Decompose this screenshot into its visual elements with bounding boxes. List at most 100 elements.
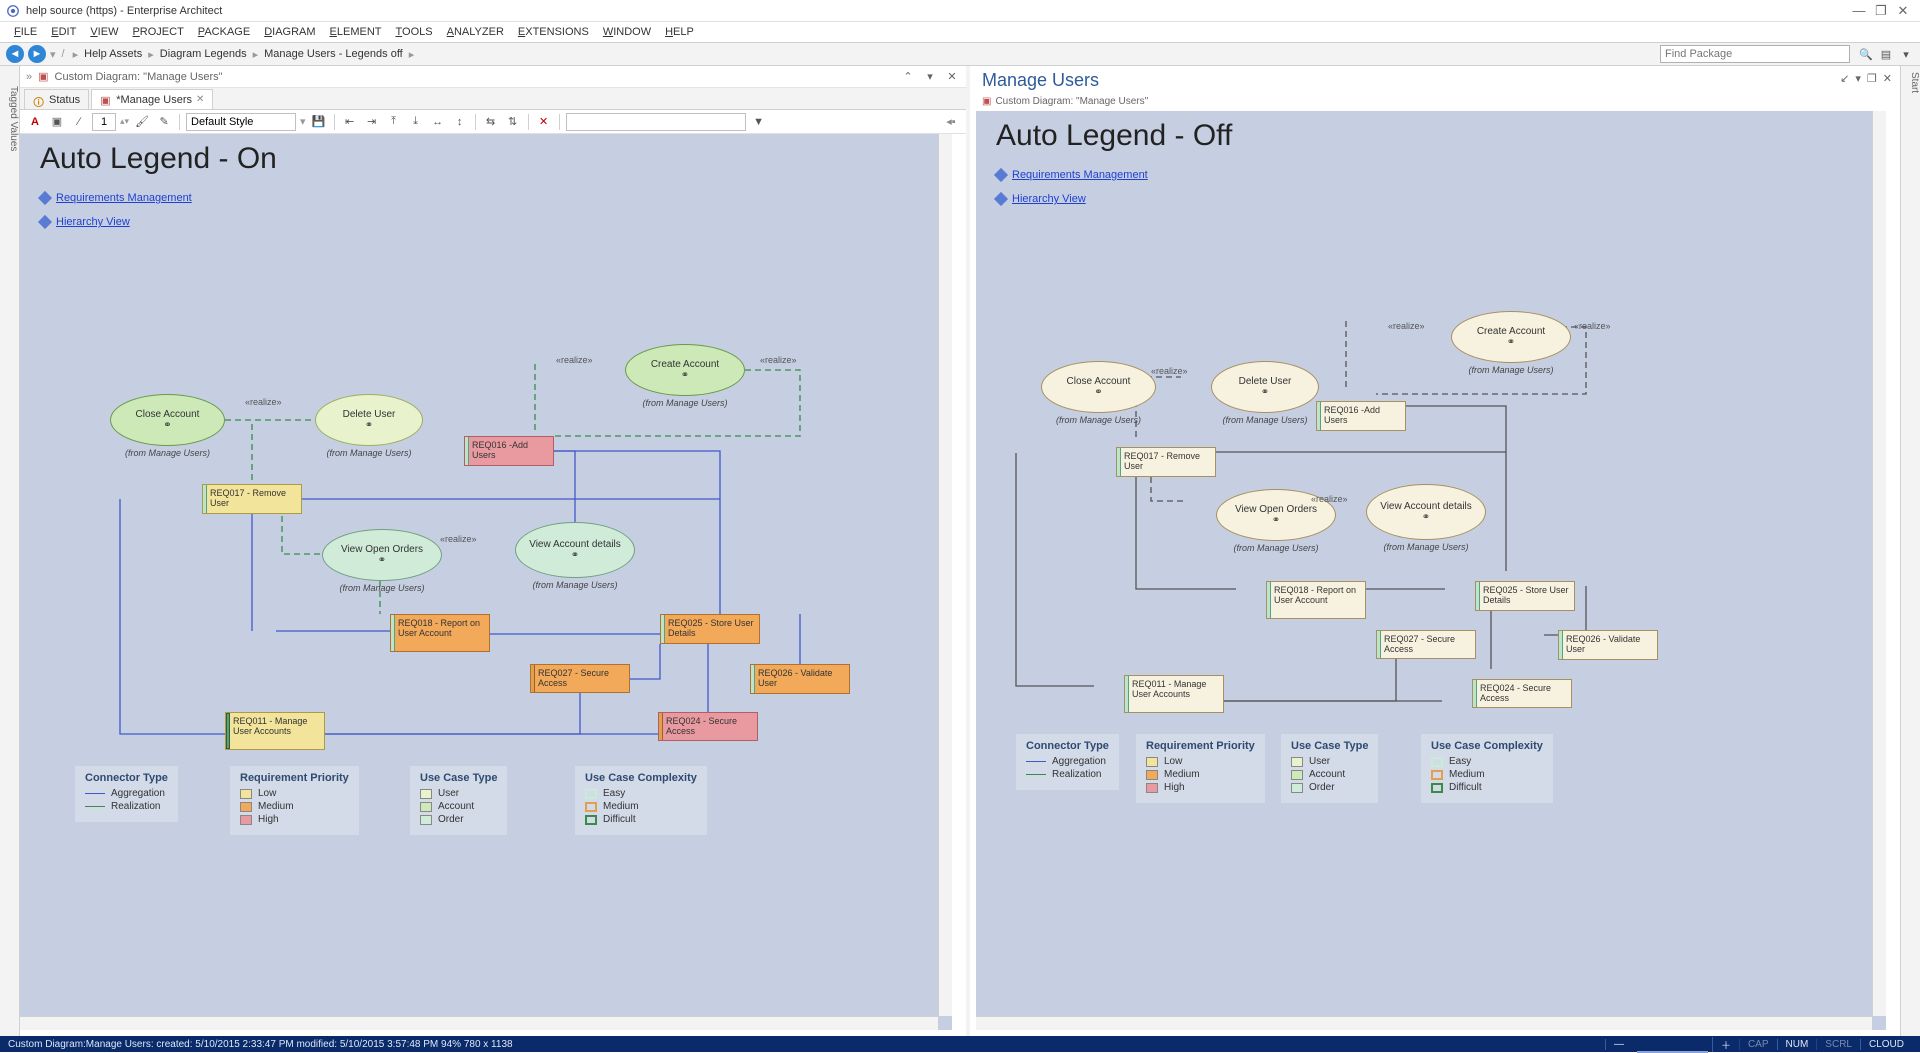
menu-view[interactable]: VIEW (84, 24, 124, 40)
nav-back-button[interactable]: ◄ (6, 45, 24, 63)
font-color-button[interactable]: A (26, 113, 44, 131)
requirement-req026[interactable]: REQ026 - Validate User (750, 664, 850, 694)
brush-icon[interactable]: 🖌 (133, 113, 151, 131)
breadcrumb-item[interactable]: Help Assets (84, 48, 142, 60)
zoom-out[interactable]: ― (1605, 1039, 1632, 1050)
style-select[interactable] (186, 113, 296, 131)
align-left-icon[interactable]: ⇤ (341, 113, 359, 131)
tab-close-icon[interactable]: ✕ (196, 94, 204, 105)
minimize-button[interactable]: ― (1848, 3, 1870, 18)
close-button[interactable]: ✕ (1892, 3, 1914, 19)
line-width-input[interactable] (92, 113, 116, 131)
usecase-view-open-orders[interactable]: View Open Orders⚭ (322, 529, 442, 581)
align-bottom-icon[interactable]: ⤓ (407, 113, 425, 131)
usecase-create-account[interactable]: Create Account⚭ (625, 344, 745, 396)
legend-line (1026, 761, 1046, 763)
toolbox-chevron-icon[interactable]: ◂▪ (942, 113, 960, 131)
hscrollbar[interactable] (20, 1016, 938, 1030)
menu-analyzer[interactable]: ANALYZER (441, 24, 510, 40)
close-pane-icon[interactable]: ✕ (944, 70, 960, 83)
funnel-icon[interactable]: ▼ (750, 113, 768, 131)
restore-icon[interactable]: ↙ (1840, 72, 1849, 85)
tab-manageusers[interactable]: ▣*Manage Users ✕ (91, 89, 213, 109)
breadcrumb-item[interactable]: Manage Users - Legends off (264, 48, 403, 60)
usecase-create-account[interactable]: Create Account⚭ (1451, 311, 1571, 363)
stereotype-label: «realize» (760, 355, 797, 365)
delete-icon[interactable]: ✕ (535, 113, 553, 131)
link-icon: ⚭ (365, 420, 373, 431)
menu-package[interactable]: PACKAGE (192, 24, 256, 40)
requirement-req024[interactable]: REQ024 - Secure Access (1472, 679, 1572, 708)
requirement-req027[interactable]: REQ027 - Secure Access (530, 664, 630, 693)
line-color-button[interactable]: ∕ (70, 113, 88, 131)
zoom-in[interactable]: ＋ (1712, 1037, 1739, 1052)
status-scrl: SCRL (1816, 1039, 1860, 1050)
hscrollbar[interactable] (976, 1016, 1872, 1030)
requirement-req018[interactable]: REQ018 - Report on User Account (390, 614, 490, 652)
find-package-input[interactable] (1660, 45, 1850, 63)
menu-tools[interactable]: TOOLS (390, 24, 439, 40)
menu-window[interactable]: WINDOW (597, 24, 657, 40)
close-pane-icon[interactable]: ✕ (1883, 72, 1892, 85)
space-h-icon[interactable]: ⇆ (482, 113, 500, 131)
requirement-req017[interactable]: REQ017 - Remove User (202, 484, 302, 514)
filter-icon[interactable]: ▤ (1878, 46, 1894, 62)
usecase-delete-user[interactable]: Delete User⚭ (1211, 361, 1319, 413)
hyperlink[interactable]: Requirements Management (1012, 169, 1148, 181)
menu-diagram[interactable]: DIAGRAM (258, 24, 321, 40)
hyperlink[interactable]: Hierarchy View (56, 216, 130, 228)
requirement-req017[interactable]: REQ017 - Remove User (1116, 447, 1216, 477)
requirement-req027[interactable]: REQ027 - Secure Access (1376, 630, 1476, 659)
search-icon[interactable]: 🔍 (1858, 46, 1874, 62)
usecase-view-account-details[interactable]: View Account details⚭ (515, 522, 635, 578)
diagram-canvas-right[interactable]: Auto Legend - OffRequirements Management… (976, 111, 1886, 1030)
menu-extensions[interactable]: EXTENSIONS (512, 24, 595, 40)
breadcrumb-item[interactable]: Diagram Legends (160, 48, 247, 60)
side-tab-start[interactable]: Start (1900, 66, 1920, 1036)
tab-status[interactable]: 🛈Status (24, 89, 89, 109)
menu-project[interactable]: PROJECT (126, 24, 189, 40)
menu-file[interactable]: FILE (8, 24, 43, 40)
settings-chevron-icon[interactable]: ▾ (1898, 46, 1914, 62)
connector-layer (976, 111, 1886, 1030)
requirement-req018[interactable]: REQ018 - Report on User Account (1266, 581, 1366, 619)
usecase-close-account[interactable]: Close Account⚭ (110, 394, 225, 446)
requirement-req016[interactable]: REQ016 -Add Users (464, 436, 554, 466)
collapse-up-icon[interactable]: ⌃ (900, 70, 916, 83)
requirement-req011[interactable]: REQ011 - Manage User Accounts (1124, 675, 1224, 713)
requirement-req025[interactable]: REQ025 - Store User Details (660, 614, 760, 644)
pipette-icon[interactable]: ✎ (155, 113, 173, 131)
header-nav-icon[interactable]: » (26, 71, 32, 83)
same-width-icon[interactable]: ↔ (429, 113, 447, 131)
save-style-icon[interactable]: 💾 (310, 113, 328, 131)
diagram-canvas-left[interactable]: Auto Legend - OnRequirements ManagementH… (20, 134, 952, 1030)
requirement-req026[interactable]: REQ026 - Validate User (1558, 630, 1658, 660)
pin-icon[interactable]: ▾ (922, 70, 938, 83)
nav-forward-button[interactable]: ► (28, 45, 46, 63)
menu-help[interactable]: HELP (659, 24, 700, 40)
side-tab-tagged-values[interactable]: Tagged Values (0, 66, 20, 1036)
hyperlink[interactable]: Requirements Management (56, 192, 192, 204)
diagram-filter-input[interactable] (566, 113, 746, 131)
pin-icon[interactable]: ▾ (1855, 72, 1861, 85)
same-height-icon[interactable]: ↕ (451, 113, 469, 131)
usecase-view-account-details[interactable]: View Account details⚭ (1366, 484, 1486, 540)
menu-element[interactable]: ELEMENT (324, 24, 388, 40)
requirement-req016[interactable]: REQ016 -Add Users (1316, 401, 1406, 431)
space-v-icon[interactable]: ⇅ (504, 113, 522, 131)
requirement-req025[interactable]: REQ025 - Store User Details (1475, 581, 1575, 611)
maximize-button[interactable]: ❐ (1870, 3, 1892, 19)
maximize-pane-icon[interactable]: ❐ (1867, 72, 1877, 85)
fill-color-button[interactable]: ▣ (48, 113, 66, 131)
align-right-icon[interactable]: ⇥ (363, 113, 381, 131)
usecase-close-account[interactable]: Close Account⚭ (1041, 361, 1156, 413)
vscrollbar[interactable] (938, 134, 952, 1016)
requirement-req024[interactable]: REQ024 - Secure Access (658, 712, 758, 741)
align-top-icon[interactable]: ⤒ (385, 113, 403, 131)
requirement-req011[interactable]: REQ011 - Manage User Accounts (225, 712, 325, 750)
usecase-delete-user[interactable]: Delete User⚭ (315, 394, 423, 446)
hyperlink[interactable]: Hierarchy View (1012, 193, 1086, 205)
menu-edit[interactable]: EDIT (45, 24, 82, 40)
vscrollbar[interactable] (1872, 111, 1886, 1016)
window-title: help source (https) - Enterprise Archite… (26, 5, 222, 17)
